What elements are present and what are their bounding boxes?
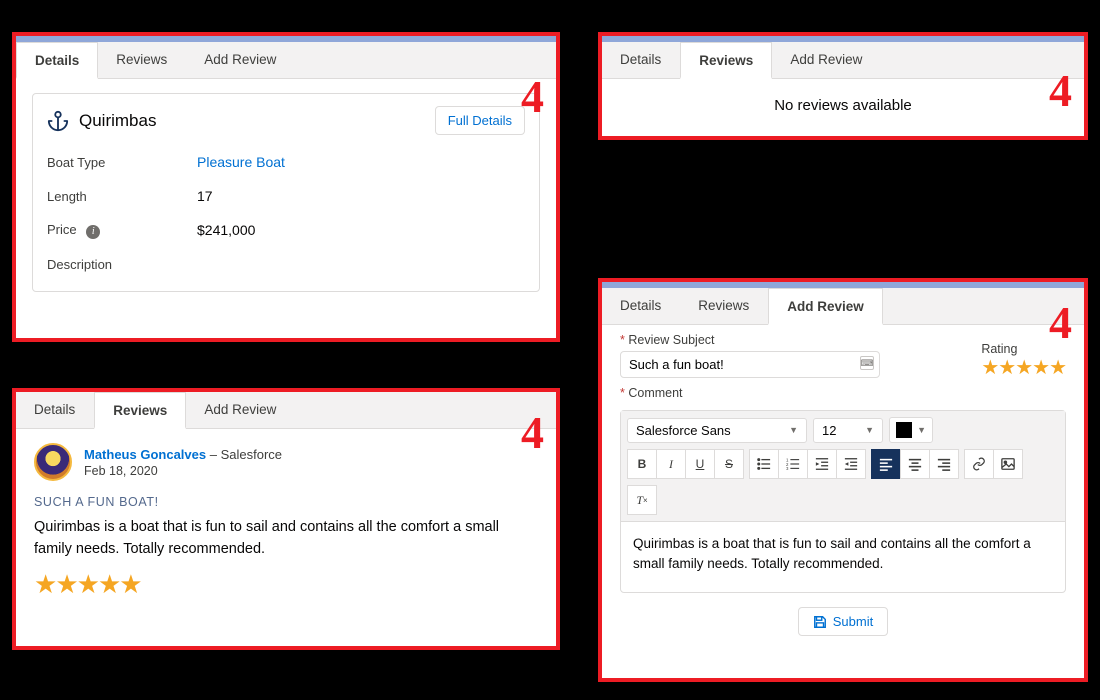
numbered-list-button[interactable]: 123	[778, 449, 808, 479]
no-reviews-message: No reviews available	[602, 79, 1084, 136]
tab-add-review[interactable]: Add Review	[186, 42, 295, 78]
panel-no-reviews: Details Reviews Add Review No reviews av…	[598, 32, 1088, 140]
tabset: Details Reviews Add Review	[602, 42, 1084, 79]
bold-button[interactable]: B	[627, 449, 657, 479]
full-details-button[interactable]: Full Details	[435, 106, 525, 135]
review-item: Matheus Goncalves – Salesforce Feb 18, 2…	[16, 429, 556, 611]
panel-reviews: Details Reviews Add Review Matheus Gonca…	[12, 388, 560, 650]
star-icon: ★	[119, 571, 142, 597]
label-comment: Comment	[620, 386, 1066, 400]
star-icon[interactable]: ★	[998, 358, 1016, 378]
value-boat-type[interactable]: Pleasure Boat	[197, 154, 285, 170]
details-card: Quirimbas Full Details Boat Type Pleasur…	[32, 93, 540, 292]
star-icon[interactable]: ★	[1049, 358, 1067, 378]
label-review-subject: Review Subject	[620, 333, 880, 347]
svg-text:3: 3	[786, 466, 789, 471]
submit-button[interactable]: Submit	[798, 607, 888, 636]
tab-reviews[interactable]: Reviews	[94, 392, 186, 429]
image-button[interactable]	[993, 449, 1023, 479]
comment-input[interactable]: Quirimbas is a boat that is fun to sail …	[621, 522, 1065, 592]
label-boat-type: Boat Type	[47, 155, 197, 170]
tab-details[interactable]: Details	[602, 288, 680, 324]
panel-add-review: Details Reviews Add Review Review Subjec…	[598, 278, 1088, 682]
tab-details[interactable]: Details	[16, 392, 94, 428]
star-icon[interactable]: ★	[1032, 358, 1050, 378]
tab-details[interactable]: Details	[16, 42, 98, 79]
boat-name: Quirimbas	[79, 111, 156, 131]
tab-add-review[interactable]: Add Review	[768, 288, 883, 325]
review-subject-input[interactable]	[620, 351, 880, 378]
indent-button[interactable]	[836, 449, 866, 479]
font-family-select[interactable]: Salesforce Sans▼	[627, 418, 807, 443]
align-left-button[interactable]	[871, 449, 901, 479]
chevron-down-icon: ▼	[917, 425, 926, 435]
star-icon[interactable]: ★	[981, 358, 999, 378]
review-author-name[interactable]: Matheus Goncalves	[84, 447, 206, 462]
tabset: Details Reviews Add Review	[602, 288, 1084, 325]
callout-number: 4	[1049, 68, 1072, 114]
font-size-select[interactable]: 12▼	[813, 418, 883, 443]
review-author-sep: –	[206, 447, 220, 462]
chevron-down-icon: ▼	[789, 425, 798, 435]
tab-reviews[interactable]: Reviews	[680, 288, 768, 324]
star-icon: ★	[55, 571, 78, 597]
strikethrough-button[interactable]: S	[714, 449, 744, 479]
tab-add-review[interactable]: Add Review	[186, 392, 295, 428]
rich-text-editor: Salesforce Sans▼ 12▼ ▼ B I U S	[620, 410, 1066, 593]
tabset: Details Reviews Add Review	[16, 392, 556, 429]
rte-toolbar: Salesforce Sans▼ 12▼ ▼ B I U S	[621, 411, 1065, 522]
review-subject: SUCH A FUN BOAT!	[34, 495, 538, 509]
label-price: Price i	[47, 222, 197, 239]
review-text: Quirimbas is a boat that is fun to sail …	[34, 517, 538, 561]
label-description: Description	[47, 257, 197, 272]
callout-number: 4	[521, 74, 544, 120]
review-author-company: Salesforce	[221, 447, 282, 462]
callout-number: 4	[521, 410, 544, 456]
keyboard-icon: ⌨	[860, 356, 874, 370]
align-right-button[interactable]	[929, 449, 959, 479]
tab-reviews[interactable]: Reviews	[98, 42, 186, 78]
color-swatch	[896, 422, 912, 438]
color-select[interactable]: ▼	[889, 417, 933, 443]
star-icon: ★	[98, 571, 121, 597]
label-length: Length	[47, 189, 197, 204]
tabset: Details Reviews Add Review	[16, 42, 556, 79]
rating-input[interactable]: ★★★★★	[981, 358, 1066, 378]
value-price: $241,000	[197, 222, 255, 238]
chevron-down-icon: ▼	[865, 425, 874, 435]
star-icon: ★	[34, 571, 57, 597]
info-icon[interactable]: i	[86, 225, 100, 239]
link-button[interactable]	[964, 449, 994, 479]
panel-details: Details Reviews Add Review Quirimbas Ful…	[12, 32, 560, 342]
align-center-button[interactable]	[900, 449, 930, 479]
outdent-button[interactable]	[807, 449, 837, 479]
save-icon	[813, 615, 827, 629]
bullet-list-button[interactable]	[749, 449, 779, 479]
avatar	[34, 443, 72, 481]
callout-number: 4	[1049, 300, 1072, 346]
underline-button[interactable]: U	[685, 449, 715, 479]
italic-button[interactable]: I	[656, 449, 686, 479]
star-icon[interactable]: ★	[1015, 358, 1033, 378]
star-icon: ★	[77, 571, 100, 597]
tab-reviews[interactable]: Reviews	[680, 42, 772, 79]
review-date: Feb 18, 2020	[84, 464, 282, 478]
anchor-icon	[47, 110, 69, 132]
tab-add-review[interactable]: Add Review	[772, 42, 881, 78]
clear-formatting-button[interactable]: T×	[627, 485, 657, 515]
value-length: 17	[197, 188, 213, 204]
review-rating: ★★★★★	[34, 571, 538, 597]
tab-details[interactable]: Details	[602, 42, 680, 78]
